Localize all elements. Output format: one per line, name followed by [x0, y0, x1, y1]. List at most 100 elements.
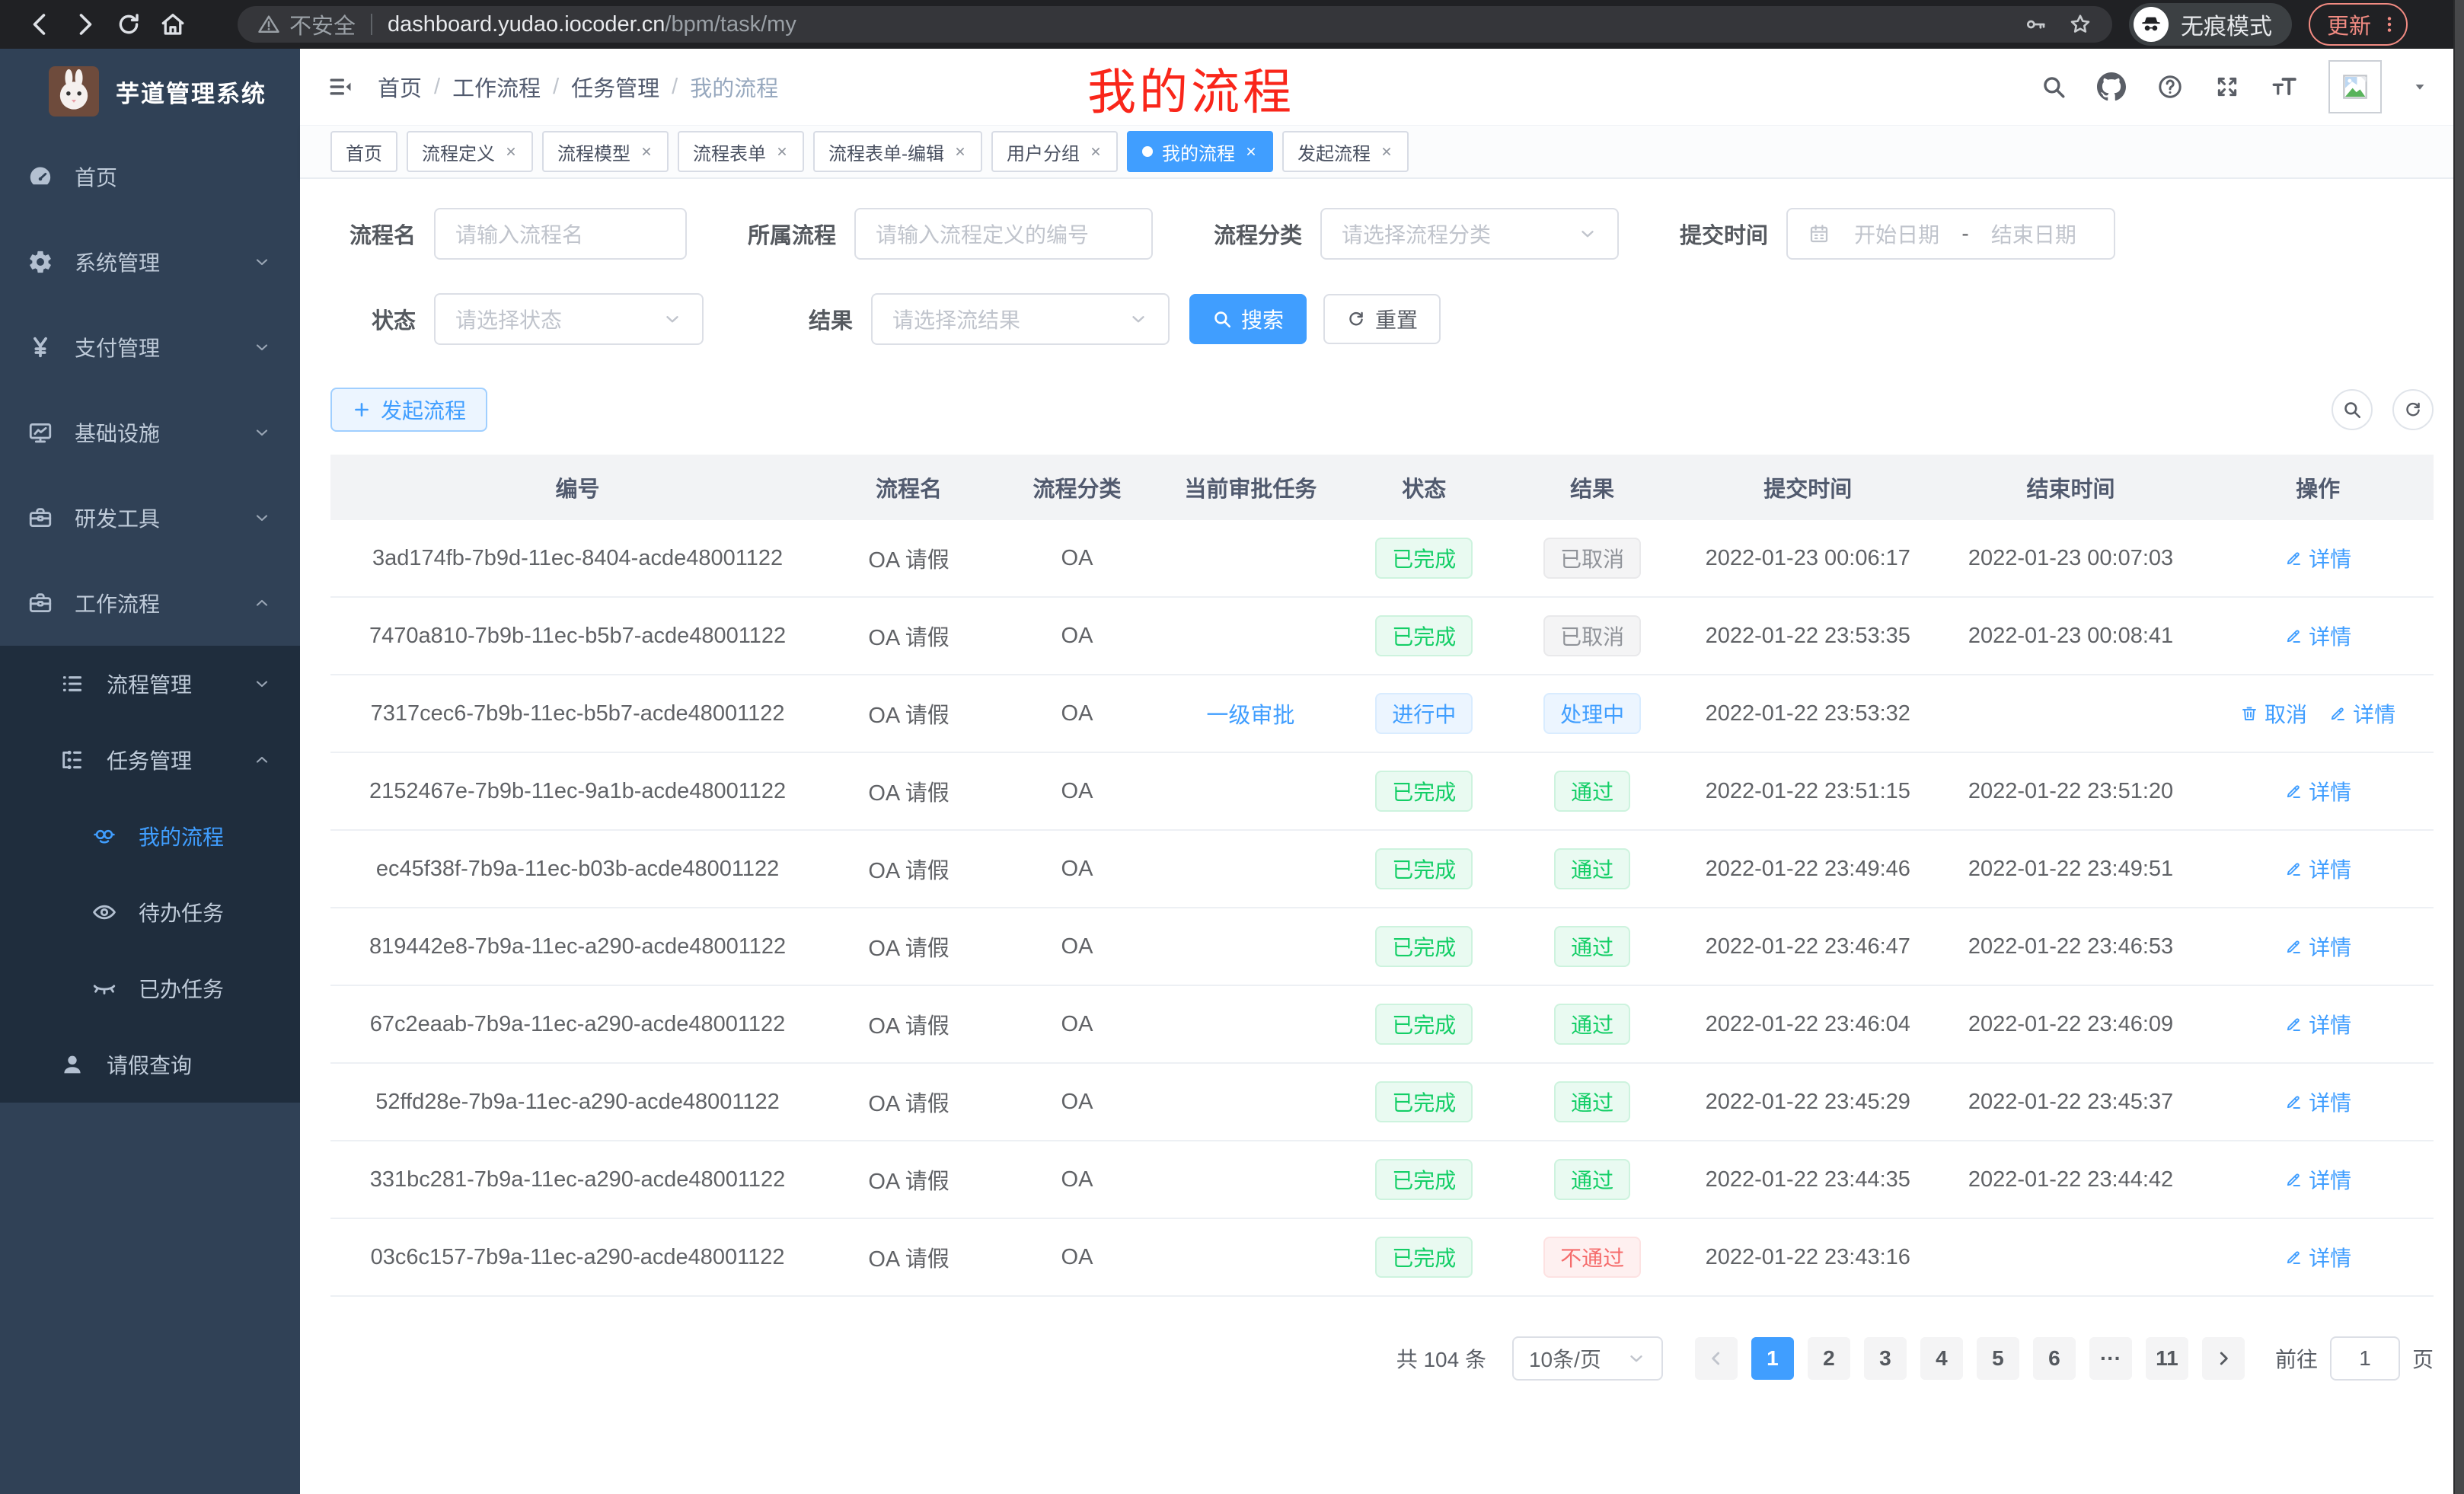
row-id: 331bc281-7b9a-11ec-a290-acde48001122 — [330, 1141, 825, 1218]
hamburger-icon[interactable] — [327, 74, 353, 100]
sidebar-item-3[interactable]: 基础设施 — [0, 390, 300, 475]
app-logo[interactable]: 芋道管理系统 — [0, 49, 300, 134]
task-link[interactable]: 一级审批 — [1206, 704, 1294, 728]
process-definition-input[interactable]: 请输入流程定义的编号 — [854, 208, 1153, 260]
goto-page-input[interactable]: 1 — [2330, 1336, 2400, 1381]
tab-用户分组[interactable]: 用户分组 — [991, 131, 1118, 172]
status-tag: 不通过 — [1543, 1237, 1641, 1278]
result-select[interactable]: 请选择流结果 — [871, 293, 1170, 345]
reload-icon[interactable] — [107, 2, 151, 46]
search-icon[interactable] — [2041, 74, 2067, 100]
sidebar-item-10[interactable]: 已办任务 — [0, 950, 300, 1026]
browser-update-button[interactable]: 更新 — [2309, 3, 2408, 46]
close-icon[interactable] — [775, 145, 789, 158]
breadcrumb-item[interactable]: 任务管理 — [571, 71, 659, 103]
sidebar-item-0[interactable]: 首页 — [0, 134, 300, 219]
sidebar-item-5[interactable]: 工作流程 — [0, 560, 300, 646]
table-row: 2152467e-7b9b-11ec-9a1b-acde48001122OA 请… — [330, 752, 2434, 830]
breadcrumb-item[interactable]: 工作流程 — [452, 71, 541, 103]
status-select[interactable]: 请选择状态 — [434, 293, 704, 345]
toggle-search-button[interactable] — [2332, 389, 2373, 430]
kebab-menu-icon[interactable] — [2379, 14, 2400, 35]
detail-action[interactable]: 详情 — [2284, 1087, 2351, 1117]
breadcrumb-item[interactable]: 首页 — [378, 71, 422, 103]
reset-button[interactable]: 重置 — [1323, 294, 1441, 344]
close-icon[interactable] — [1244, 145, 1258, 158]
page-button-5[interactable]: 5 — [1977, 1337, 2019, 1380]
row-category: OA — [993, 1218, 1161, 1296]
create-process-button[interactable]: 发起流程 — [330, 388, 487, 432]
close-icon[interactable] — [1380, 145, 1393, 158]
row-category: OA — [993, 597, 1161, 675]
sidebar-item-9[interactable]: 待办任务 — [0, 874, 300, 950]
help-icon[interactable] — [2156, 73, 2184, 101]
tab-流程定义[interactable]: 流程定义 — [407, 131, 533, 172]
detail-action[interactable]: 详情 — [2284, 776, 2351, 806]
detail-action[interactable]: 详情 — [2284, 543, 2351, 573]
page-button-4[interactable]: 4 — [1920, 1337, 1963, 1380]
sidebar-item-4[interactable]: 研发工具 — [0, 475, 300, 560]
page-button-3[interactable]: 3 — [1864, 1337, 1907, 1380]
tab-我的流程[interactable]: 我的流程 — [1127, 131, 1273, 172]
row-actions: 详情 — [2202, 830, 2434, 908]
table-toolbar: 发起流程 — [330, 388, 2434, 432]
sidebar-item-8[interactable]: 我的流程 — [0, 798, 300, 874]
row-submit-time: 2022-01-22 23:53:32 — [1677, 675, 1939, 752]
tab-发起流程[interactable]: 发起流程 — [1282, 131, 1409, 172]
browser-scrollbar[interactable] — [2453, 0, 2464, 1494]
prev-page-button[interactable] — [1695, 1337, 1738, 1380]
back-icon[interactable] — [18, 2, 62, 46]
fullscreen-icon[interactable] — [2214, 74, 2240, 100]
row-end-time: 2022-01-22 23:44:42 — [1939, 1141, 2202, 1218]
close-icon[interactable] — [953, 145, 967, 158]
search-button[interactable]: 搜索 — [1189, 294, 1307, 344]
address-bar[interactable]: 不安全 dashboard.yudao.iocoder.cn/bpm/task/… — [238, 6, 2112, 43]
sidebar-item-11[interactable]: 请假查询 — [0, 1026, 300, 1103]
detail-action[interactable]: 详情 — [2284, 621, 2351, 651]
warning-icon[interactable] — [257, 13, 280, 36]
page-unit-label: 页 — [2412, 1343, 2434, 1374]
tab-流程模型[interactable]: 流程模型 — [542, 131, 669, 172]
pager-ellipsis[interactable]: ··· — [2089, 1337, 2132, 1380]
page-button-11[interactable]: 11 — [2146, 1337, 2188, 1380]
detail-action[interactable]: 详情 — [2284, 854, 2351, 884]
process-name-input[interactable]: 请输入流程名 — [434, 208, 687, 260]
font-size-icon[interactable] — [2271, 73, 2298, 101]
avatar[interactable] — [2328, 60, 2382, 113]
submit-time-range-picker[interactable]: 开始日期 - 结束日期 — [1786, 208, 2115, 260]
close-icon[interactable] — [640, 145, 653, 158]
page-button-2[interactable]: 2 — [1808, 1337, 1850, 1380]
detail-action[interactable]: 详情 — [2328, 698, 2395, 729]
github-icon[interactable] — [2097, 72, 2126, 101]
tab-流程表单[interactable]: 流程表单 — [678, 131, 804, 172]
close-icon[interactable] — [504, 145, 518, 158]
refresh-table-button[interactable] — [2392, 389, 2434, 430]
key-icon[interactable] — [2024, 13, 2047, 36]
detail-action[interactable]: 详情 — [2284, 1242, 2351, 1272]
bookmark-star-icon[interactable] — [2068, 12, 2092, 37]
eye-closed-icon — [91, 975, 117, 1001]
next-page-button[interactable] — [2202, 1337, 2245, 1380]
caret-down-icon[interactable] — [2412, 79, 2427, 94]
home-icon[interactable] — [151, 2, 195, 46]
sidebar-item-6[interactable]: 流程管理 — [0, 646, 300, 722]
tab-流程表单-编辑[interactable]: 流程表单-编辑 — [813, 131, 982, 172]
sidebar-item-label: 基础设施 — [75, 417, 160, 448]
page-button-6[interactable]: 6 — [2033, 1337, 2076, 1380]
tab-首页[interactable]: 首页 — [330, 131, 397, 172]
page-button-1[interactable]: 1 — [1751, 1337, 1794, 1380]
row-end-time: 2022-01-23 00:08:41 — [1939, 597, 2202, 675]
url-host: dashboard.yudao.iocoder.cn — [388, 12, 665, 37]
sidebar-item-2[interactable]: 支付管理 — [0, 305, 300, 390]
sidebar-item-7[interactable]: 任务管理 — [0, 722, 300, 798]
row-actions: 详情 — [2202, 908, 2434, 985]
detail-action[interactable]: 详情 — [2284, 931, 2351, 962]
detail-action[interactable]: 详情 — [2284, 1164, 2351, 1195]
page-size-select[interactable]: 10条/页 — [1512, 1336, 1663, 1381]
sidebar-item-1[interactable]: 系统管理 — [0, 219, 300, 305]
forward-icon[interactable] — [62, 2, 107, 46]
close-icon[interactable] — [1089, 145, 1103, 158]
category-select[interactable]: 请选择流程分类 — [1320, 208, 1619, 260]
cancel-action[interactable]: 取消 — [2240, 698, 2307, 729]
detail-action[interactable]: 详情 — [2284, 1009, 2351, 1039]
